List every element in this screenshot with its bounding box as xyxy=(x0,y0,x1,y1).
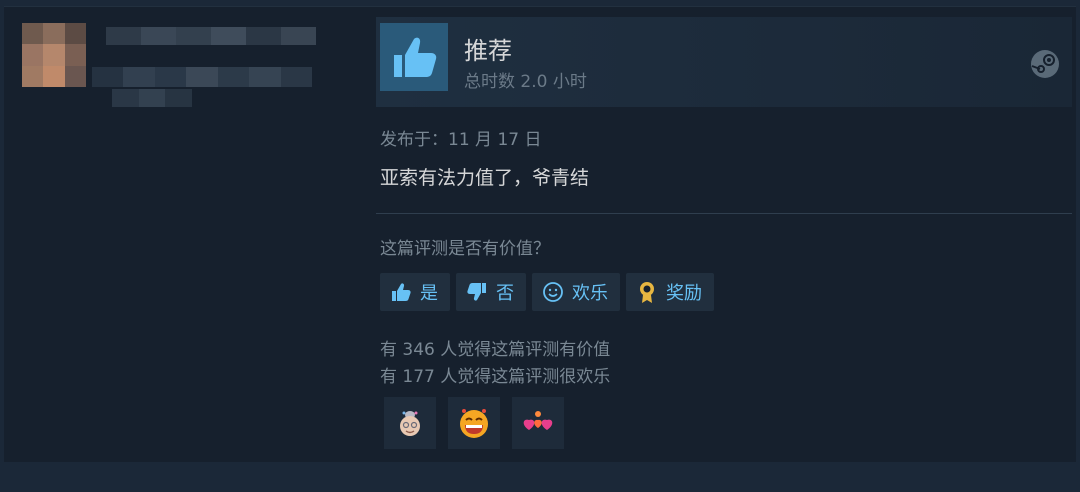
funny-count: 有 177 人觉得这篇评测很欢乐 xyxy=(380,367,611,387)
smiley-icon xyxy=(542,281,564,303)
thumbs-up-icon xyxy=(390,281,412,303)
yes-button[interactable]: 是 xyxy=(380,273,450,311)
funny-button[interactable]: 欢乐 xyxy=(532,273,620,311)
helpful-count: 有 346 人觉得这篇评测有价值 xyxy=(380,340,611,360)
divider xyxy=(376,213,1072,214)
no-button[interactable]: 否 xyxy=(456,273,526,311)
review-card: 推荐 总时数 2.0 小时 发布于：11 月 17 日 亚索有法力值了，爷青结 … xyxy=(4,6,1076,462)
laughing-face-award-icon[interactable] xyxy=(448,397,500,449)
helpful-question: 这篇评测是否有价值？ xyxy=(380,239,550,259)
review-body: 亚索有法力值了，爷青结 xyxy=(380,167,590,189)
author-name-blurred xyxy=(106,27,316,45)
thumbs-up-icon xyxy=(380,23,448,91)
no-label: 否 xyxy=(496,283,514,304)
posted-date: 发布于：11 月 17 日 xyxy=(380,130,542,150)
verdict-title: 推荐 xyxy=(464,37,512,65)
author-meta-blurred xyxy=(92,67,312,87)
avatar[interactable] xyxy=(22,23,86,87)
award-button[interactable]: 奖励 xyxy=(626,273,714,311)
steam-logo-icon xyxy=(1030,49,1060,79)
rating-buttons: 是 否 欢乐 奖励 xyxy=(380,273,714,313)
author-block[interactable] xyxy=(22,23,322,113)
yes-label: 是 xyxy=(420,283,438,304)
playtime-hours: 总时数 2.0 小时 xyxy=(464,72,587,92)
review-page: 推荐 总时数 2.0 小时 发布于：11 月 17 日 亚索有法力值了，爷青结 … xyxy=(0,0,1080,492)
thumbs-down-icon xyxy=(466,281,488,303)
hearts-award-icon[interactable] xyxy=(512,397,564,449)
award-label: 奖励 xyxy=(666,283,702,304)
vote-header[interactable]: 推荐 总时数 2.0 小时 xyxy=(376,17,1072,107)
author-meta2-blurred xyxy=(112,89,193,107)
award-medal-icon xyxy=(636,280,658,304)
grandma-award-icon[interactable] xyxy=(384,397,436,449)
received-awards xyxy=(384,397,564,449)
funny-label: 欢乐 xyxy=(572,283,608,304)
helpful-stats: 有 346 人觉得这篇评测有价值 有 177 人觉得这篇评测很欢乐 xyxy=(380,337,610,391)
